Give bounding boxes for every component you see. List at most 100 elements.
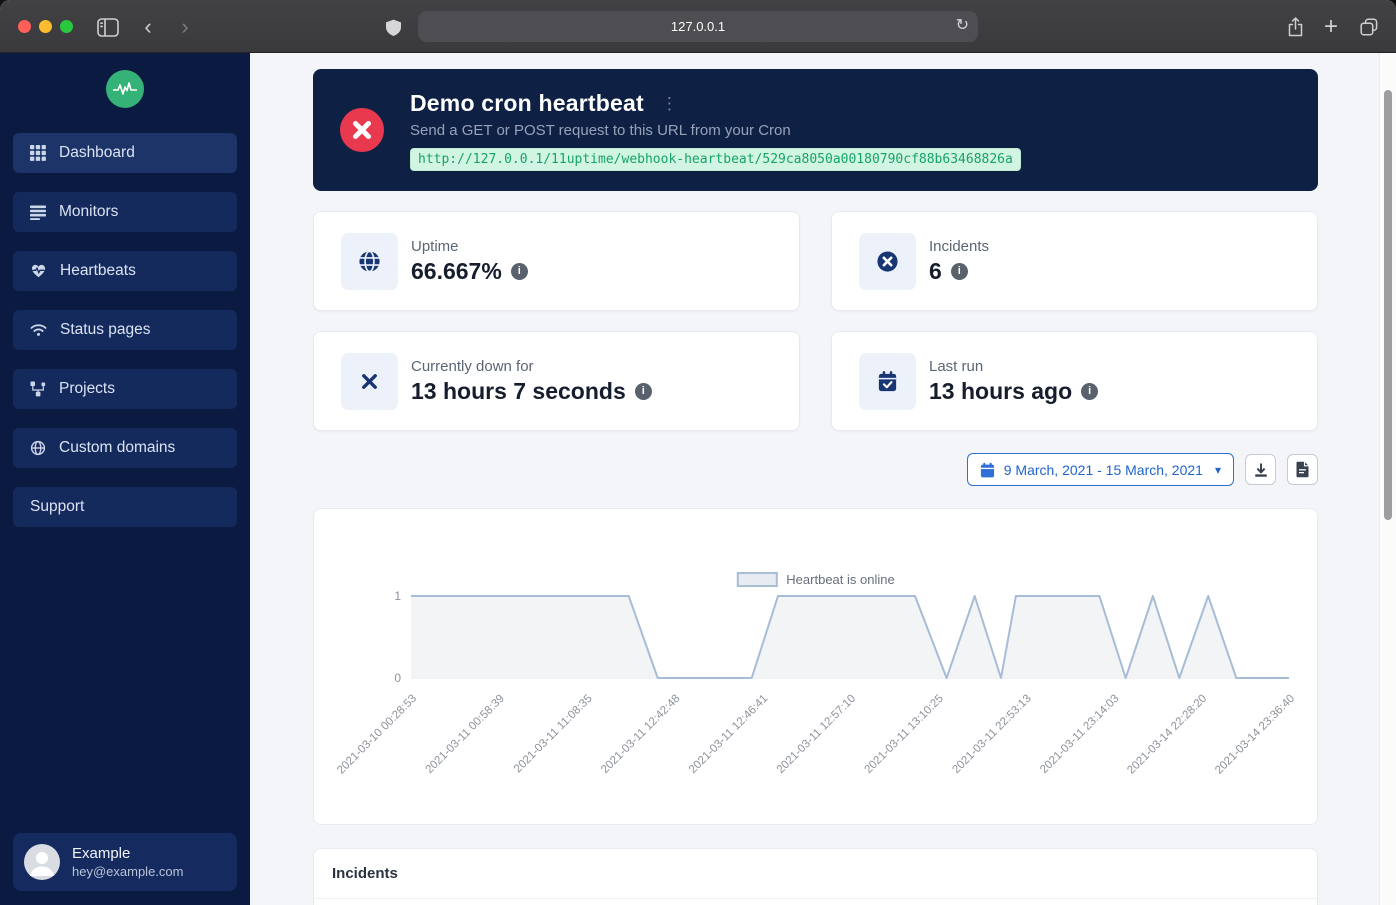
chevron-down-icon: ▾ (1214, 462, 1221, 477)
privacy-shield-icon[interactable] (380, 15, 406, 41)
webhook-url[interactable]: http://127.0.0.1/11uptime/webhook-heartb… (410, 148, 1021, 171)
x-tick-label: 2021-03-11 23:14:03 (1038, 693, 1121, 776)
info-icon[interactable]: i (510, 262, 528, 280)
incidents-title: Incidents (314, 849, 1317, 899)
globe-icon (30, 440, 46, 456)
y-tick-label: 1 (394, 589, 401, 603)
date-range-picker[interactable]: 9 March, 2021 - 15 March, 2021 ▾ (966, 453, 1234, 486)
x-tick-label: 2021-03-14 23:36:40 (1213, 693, 1297, 777)
sidebar-item-label: Custom domains (59, 439, 176, 456)
page-title: Demo cron heartbeat (410, 90, 644, 116)
uptime-card: Uptime 66.667% i (313, 211, 800, 311)
sidebar-item-projects[interactable]: Projects (13, 369, 237, 409)
close-window-button[interactable] (18, 20, 31, 33)
sidebar-item-label: Status pages (60, 321, 151, 338)
currently-down-card: Currently down for 13 hours 7 seconds i (313, 331, 800, 431)
kebab-menu-icon[interactable]: ⋮ (661, 94, 678, 114)
zoom-window-button[interactable] (60, 20, 73, 33)
last-run-card: Last run 13 hours ago i (831, 331, 1318, 431)
x-tick-label: 2021-03-14 22:28:20 (1125, 693, 1209, 777)
sidebar-item-label: Support (30, 498, 85, 515)
stat-value: 6 (929, 257, 942, 284)
heart-pulse-icon (31, 264, 46, 278)
sidebar-item-monitors[interactable]: Monitors (13, 192, 237, 232)
scrollbar-thumb[interactable] (1384, 90, 1392, 520)
legend-label: Heartbeat is online (786, 572, 895, 587)
sidebar-item-heartbeats[interactable]: Heartbeats (13, 251, 237, 291)
date-range-label: 9 March, 2021 - 15 March, 2021 (1003, 461, 1203, 478)
x-tick-label: 2021-03-11 12:57:10 (775, 693, 858, 776)
sidebar-item-label: Projects (59, 380, 115, 397)
download-csv-button[interactable] (1245, 454, 1276, 485)
back-button[interactable]: ‹ (135, 14, 161, 40)
x-tick-label: 2021-03-10 00:28:53 (335, 693, 419, 777)
circle-x-icon (859, 232, 916, 290)
minimize-window-button[interactable] (39, 20, 52, 33)
rows-icon (30, 205, 46, 220)
new-tab-icon[interactable]: + (1318, 13, 1344, 40)
tab-overview-icon[interactable] (1356, 14, 1382, 40)
download-icon (1254, 463, 1267, 477)
address-url: 127.0.0.1 (670, 19, 726, 34)
forward-button[interactable]: › (172, 14, 198, 40)
sidebar-item-status-pages[interactable]: Status pages (13, 310, 237, 350)
stat-label: Incidents (929, 237, 990, 255)
stat-value: 13 hours ago (929, 377, 1073, 404)
x-tick-label: 2021-03-11 22:53:13 (950, 693, 1033, 776)
stat-label: Uptime (411, 237, 459, 255)
sidebar-item-label: Monitors (59, 203, 119, 220)
info-icon[interactable]: i (950, 262, 968, 280)
y-tick-label: 0 (394, 671, 401, 685)
app-logo[interactable] (106, 70, 144, 108)
x-tick-label: 2021-03-11 13:10:25 (863, 693, 946, 776)
x-tick-label: 2021-03-11 00:58:39 (424, 693, 507, 776)
reload-icon[interactable]: ↻ (956, 15, 969, 35)
user-profile[interactable]: Example hey@example.com (13, 833, 237, 891)
user-email: hey@example.com (72, 864, 184, 879)
app-window: ‹ › 127.0.0.1 ↻ + Dashboard Monitors Hea… (0, 0, 1396, 905)
stat-label: Last run (929, 357, 984, 375)
main-content: Demo cron heartbeat ⋮ Send a GET or POST… (250, 53, 1396, 905)
sidebar-item-support[interactable]: Support (13, 487, 237, 527)
chart-legend[interactable]: Heartbeat is online (736, 572, 895, 587)
calendar-icon (980, 462, 994, 477)
info-icon[interactable]: i (1081, 382, 1099, 400)
legend-swatch (736, 572, 778, 587)
heartbeat-area-chart: 0 1 2021-03-10 00:28:53 2021-03-11 00:58:39… (335, 589, 1297, 777)
chart-toolbar: 9 March, 2021 - 15 March, 2021 ▾ (313, 453, 1318, 486)
stat-value: 66.667% (411, 257, 502, 284)
globe-solid-icon (341, 232, 398, 290)
sidebar-item-label: Heartbeats (60, 262, 136, 279)
heartbeat-header-card: Demo cron heartbeat ⋮ Send a GET or POST… (313, 69, 1318, 191)
incidents-card: Incidents (313, 848, 1318, 905)
sidebar-item-label: Dashboard (59, 144, 135, 161)
address-bar[interactable]: 127.0.0.1 ↻ (418, 11, 978, 42)
sidebar-nav: Dashboard Monitors Heartbeats Status pag… (0, 133, 250, 527)
share-icon[interactable] (1282, 14, 1308, 40)
browser-titlebar: ‹ › 127.0.0.1 ↻ + (0, 0, 1396, 53)
x-tick-label: 2021-03-11 12:46:41 (687, 693, 770, 776)
info-icon[interactable]: i (634, 382, 652, 400)
x-mark-icon (341, 352, 398, 410)
avatar (24, 844, 60, 880)
incidents-card: Incidents 6 i (831, 211, 1318, 311)
stats-grid: Uptime 66.667% i Incidents 6 i Currently… (313, 211, 1318, 431)
sidebar-item-dashboard[interactable]: Dashboard (13, 133, 237, 173)
page-subtitle: Send a GET or POST request to this URL f… (410, 122, 791, 139)
user-name: Example (72, 845, 131, 862)
grid-icon (30, 145, 46, 161)
sitemap-icon (30, 381, 46, 397)
stat-value: 13 hours 7 seconds (411, 377, 626, 404)
x-tick-label: 2021-03-11 11:08:35 (512, 693, 595, 776)
pdf-file-icon (1296, 461, 1309, 478)
export-pdf-button[interactable] (1287, 454, 1318, 485)
sidebar: Dashboard Monitors Heartbeats Status pag… (0, 53, 250, 905)
wifi-icon (30, 324, 47, 336)
heartbeat-chart-card: 0 1 2021-03-10 00:28:53 2021-03-11 00:58:39… (313, 508, 1318, 825)
status-down-icon (340, 108, 384, 152)
stat-label: Currently down for (411, 357, 534, 375)
sidebar-toggle-icon[interactable] (95, 14, 121, 40)
x-tick-label: 2021-03-11 12:42:48 (599, 693, 682, 776)
window-controls (18, 20, 73, 33)
sidebar-item-custom-domains[interactable]: Custom domains (13, 428, 237, 468)
